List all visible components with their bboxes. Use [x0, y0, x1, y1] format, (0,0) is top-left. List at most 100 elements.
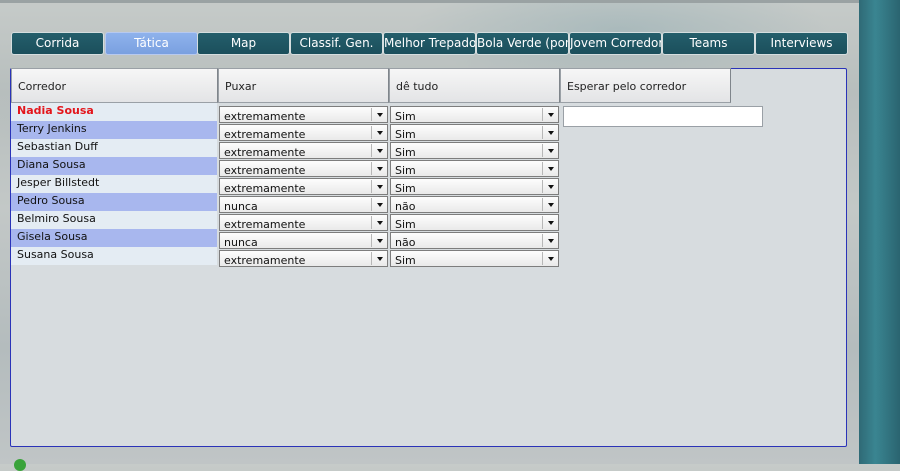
dropdown-separator	[542, 234, 543, 247]
tab-2[interactable]: Tática	[105, 32, 198, 55]
chevron-down-icon[interactable]	[548, 131, 554, 135]
give-all-dropdown[interactable]: Sim	[390, 124, 559, 141]
dropdown-value: Sim	[395, 146, 416, 159]
chevron-down-icon[interactable]	[377, 257, 383, 261]
rider-name: Jesper Billstedt	[17, 176, 100, 189]
dropdown-value: Sim	[395, 164, 416, 177]
tab-8[interactable]: Teams	[662, 32, 755, 55]
table-row: Gisela Sousa	[11, 229, 217, 247]
dropdown-separator	[542, 108, 543, 121]
give-all-dropdown[interactable]: Sim	[390, 106, 559, 123]
dropdown-separator	[542, 198, 543, 211]
chevron-down-icon[interactable]	[548, 185, 554, 189]
dropdown-value: extremamente	[224, 110, 306, 123]
table-row: Pedro Sousa	[11, 193, 217, 211]
dropdown-separator	[371, 198, 372, 211]
rider-name: Pedro Sousa	[17, 194, 85, 207]
status-dot	[14, 459, 26, 471]
rider-name: Susana Sousa	[17, 248, 94, 261]
table-row: Sebastian Duff	[11, 139, 217, 157]
table-row: Belmiro Sousa	[11, 211, 217, 229]
dropdown-separator	[371, 180, 372, 193]
give-all-dropdown[interactable]: Sim	[390, 178, 559, 195]
chevron-down-icon[interactable]	[377, 113, 383, 117]
dropdown-separator	[371, 216, 372, 229]
chevron-down-icon[interactable]	[548, 257, 554, 261]
rider-name: Belmiro Sousa	[17, 212, 96, 225]
rider-name: Gisela Sousa	[17, 230, 88, 243]
column-header-rider[interactable]: Corredor	[11, 68, 218, 103]
rider-name: Nadia Sousa	[17, 104, 94, 117]
dropdown-separator	[371, 108, 372, 121]
dropdown-value: Sim	[395, 254, 416, 267]
dropdown-separator	[542, 252, 543, 265]
column-header-wait[interactable]: Esperar pelo corredor	[560, 68, 731, 103]
dropdown-separator	[371, 252, 372, 265]
chevron-down-icon[interactable]	[548, 167, 554, 171]
dropdown-separator	[371, 126, 372, 139]
column-header-pull[interactable]: Puxar	[218, 68, 389, 103]
tab-3[interactable]: Map	[197, 32, 290, 55]
tab-4[interactable]: Classif. Gen.	[290, 32, 383, 55]
dropdown-separator	[542, 180, 543, 193]
chevron-down-icon[interactable]	[377, 239, 383, 243]
tab-6[interactable]: Bola Verde (pontos)	[476, 32, 569, 55]
dropdown-value: não	[395, 236, 416, 249]
table-row: Terry Jenkins	[11, 121, 217, 139]
tab-1[interactable]: Corrida	[11, 32, 104, 55]
dropdown-separator	[371, 162, 372, 175]
give-all-dropdown[interactable]: Sim	[390, 142, 559, 159]
tab-5[interactable]: Melhor Trepador	[383, 32, 476, 55]
chevron-down-icon[interactable]	[548, 221, 554, 225]
pull-dropdown[interactable]: nunca	[219, 196, 388, 213]
rider-name: Terry Jenkins	[17, 122, 87, 135]
table-row: Diana Sousa	[11, 157, 217, 175]
dropdown-value: extremamente	[224, 218, 306, 231]
dropdown-value: extremamente	[224, 128, 306, 141]
dropdown-separator	[371, 234, 372, 247]
wait-rider-input[interactable]	[563, 106, 763, 127]
chevron-down-icon[interactable]	[548, 149, 554, 153]
pull-dropdown[interactable]: extremamente	[219, 214, 388, 231]
dropdown-value: Sim	[395, 218, 416, 231]
dropdown-separator	[542, 216, 543, 229]
chevron-down-icon[interactable]	[377, 203, 383, 207]
pull-dropdown[interactable]: nunca	[219, 232, 388, 249]
pull-dropdown[interactable]: extremamente	[219, 142, 388, 159]
dropdown-value: extremamente	[224, 146, 306, 159]
pull-dropdown[interactable]: extremamente	[219, 160, 388, 177]
top-divider	[0, 0, 860, 3]
chevron-down-icon[interactable]	[548, 203, 554, 207]
give-all-dropdown[interactable]: Sim	[390, 214, 559, 231]
chevron-down-icon[interactable]	[377, 221, 383, 225]
column-header-give-all[interactable]: dê tudo	[389, 68, 560, 103]
rider-name: Diana Sousa	[17, 158, 86, 171]
dropdown-value: nunca	[224, 236, 258, 249]
chevron-down-icon[interactable]	[377, 167, 383, 171]
pull-dropdown[interactable]: extremamente	[219, 106, 388, 123]
dropdown-value: extremamente	[224, 182, 306, 195]
table-row: Jesper Billstedt	[11, 175, 217, 193]
give-all-dropdown[interactable]: Sim	[390, 250, 559, 267]
give-all-dropdown[interactable]: não	[390, 196, 559, 213]
dropdown-value: Sim	[395, 128, 416, 141]
chevron-down-icon[interactable]	[377, 185, 383, 189]
dropdown-value: extremamente	[224, 164, 306, 177]
dropdown-value: Sim	[395, 182, 416, 195]
tab-9[interactable]: Interviews	[755, 32, 848, 55]
chevron-down-icon[interactable]	[548, 239, 554, 243]
pull-dropdown[interactable]: extremamente	[219, 124, 388, 141]
give-all-dropdown[interactable]: não	[390, 232, 559, 249]
dropdown-value: extremamente	[224, 254, 306, 267]
pull-dropdown[interactable]: extremamente	[219, 250, 388, 267]
pull-dropdown[interactable]: extremamente	[219, 178, 388, 195]
tab-7[interactable]: Jovem Corredor	[569, 32, 662, 55]
table-row: Nadia Sousa	[11, 103, 217, 121]
chevron-down-icon[interactable]	[377, 131, 383, 135]
right-side-panel	[859, 0, 900, 464]
chevron-down-icon[interactable]	[377, 149, 383, 153]
dropdown-separator	[371, 144, 372, 157]
chevron-down-icon[interactable]	[548, 113, 554, 117]
table-row: Susana Sousa	[11, 247, 217, 265]
give-all-dropdown[interactable]: Sim	[390, 160, 559, 177]
